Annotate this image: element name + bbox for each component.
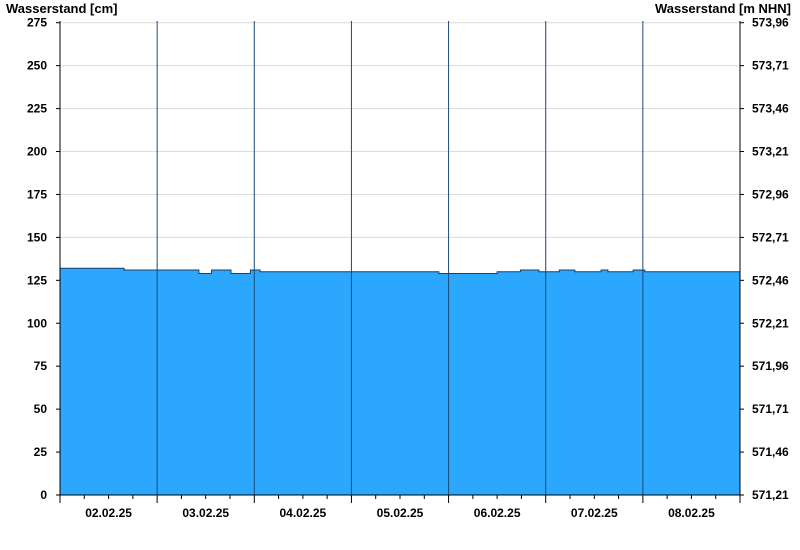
y-right-tick-label: 573,46 (752, 102, 789, 116)
y-right-tick-label: 573,71 (752, 59, 789, 73)
y-right-tick-label: 573,96 (752, 16, 789, 30)
water-level-area (60, 268, 740, 495)
y-left-tick-label: 125 (27, 273, 47, 287)
y-left-tick-label: 25 (34, 445, 48, 459)
y-left-tick-label: 275 (27, 16, 47, 30)
y-left-tick-label: 200 (27, 145, 47, 159)
y-left-tick-label: 150 (27, 230, 47, 244)
x-tick-label: 03.02.25 (182, 506, 229, 520)
y-right-tick-label: 571,46 (752, 445, 789, 459)
y-left-tick-label: 0 (40, 488, 47, 502)
y-left-tick-label: 225 (27, 102, 47, 116)
y-right-tick-label: 571,71 (752, 402, 789, 416)
y-left-tick-label: 250 (27, 59, 47, 73)
x-tick-label: 05.02.25 (377, 506, 424, 520)
y-left-tick-label: 175 (27, 187, 47, 201)
x-tick-label: 08.02.25 (668, 506, 715, 520)
y-right-tick-label: 572,46 (752, 273, 789, 287)
y-left-tick-label: 50 (34, 402, 48, 416)
y-right-tick-label: 572,71 (752, 230, 789, 244)
water-level-chart: 0 571,21 25 571,46 50 571,71 75 571,96 100 572,21… (27, 16, 789, 520)
x-tick-label: 02.02.25 (85, 506, 132, 520)
y-right-tick-label: 572,21 (752, 316, 789, 330)
y-right-tick-label: 573,21 (752, 145, 789, 159)
y-right-tick-label: 572,96 (752, 187, 789, 201)
y-right-tick-label: 571,96 (752, 359, 789, 373)
x-tick-label: 04.02.25 (279, 506, 326, 520)
x-tick-label: 06.02.25 (474, 506, 521, 520)
x-tick-label: 07.02.25 (571, 506, 618, 520)
y-left-tick-label: 100 (27, 316, 47, 330)
y-right-tick-label: 571,21 (752, 488, 789, 502)
y-left-tick-label: 75 (34, 359, 48, 373)
